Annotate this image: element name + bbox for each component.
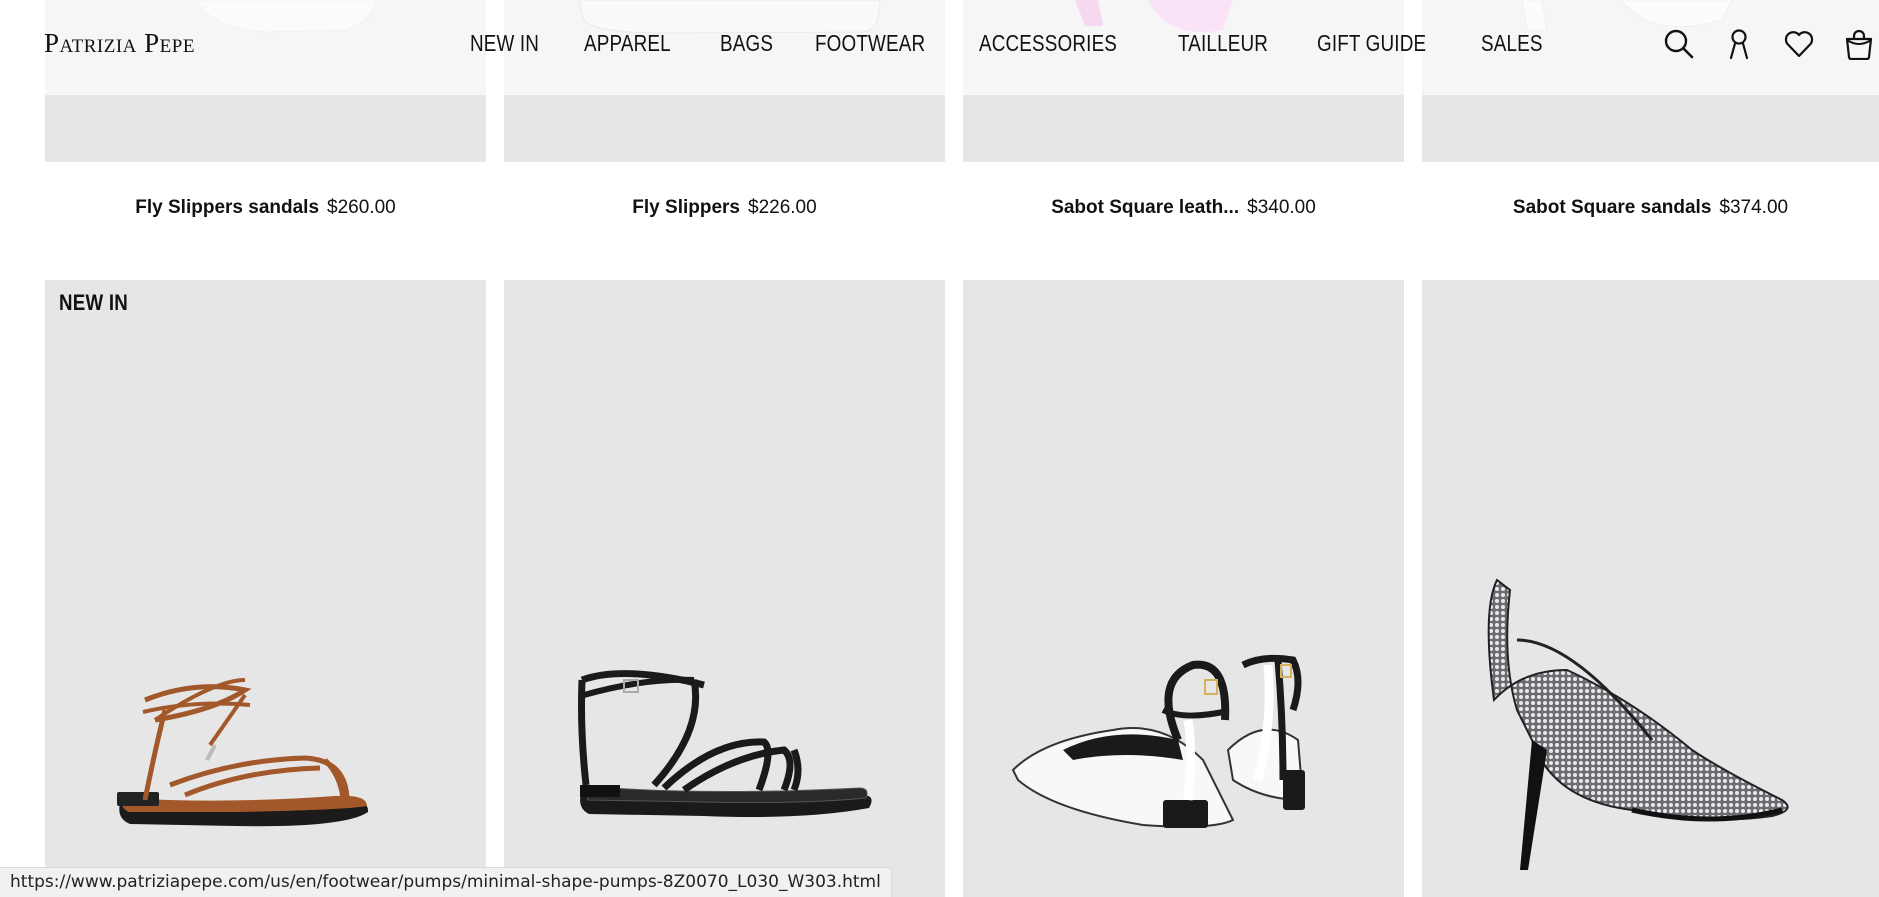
account-icon[interactable] (1719, 24, 1759, 64)
nav-item-footwear[interactable]: FOOTWEAR (815, 30, 925, 57)
product-price: $226.00 (748, 197, 817, 218)
product-name: Sabot Square sandals (1512, 197, 1712, 218)
brand-logo[interactable]: Patrizia Pepe (44, 28, 195, 59)
product-price: $260.00 (327, 197, 396, 218)
wishlist-heart-icon[interactable] (1779, 24, 1819, 64)
product-name: Fly Slippers sandals (135, 197, 320, 218)
product-price: $374.00 (1719, 197, 1789, 218)
nav-item-new-in[interactable]: NEW IN (470, 30, 539, 57)
product-tile[interactable] (1422, 280, 1879, 897)
nav-item-gift-guide[interactable]: GIFT GUIDE (1317, 30, 1426, 57)
nav-item-accessories[interactable]: ACCESSORIES (979, 30, 1117, 57)
product-name: Fly Slippers (632, 197, 740, 218)
main-navigation: NEW IN APPAREL BAGS FOOTWEAR ACCESSORIES… (470, 30, 1586, 57)
nav-item-bags[interactable]: BAGS (720, 30, 773, 57)
product-image-top-2[interactable] (504, 0, 945, 162)
search-icon[interactable] (1659, 24, 1699, 64)
product-tile[interactable] (963, 280, 1404, 897)
product-image-top-3[interactable] (963, 0, 1404, 162)
crystal-embellished-pump-image (1487, 578, 1789, 870)
product-caption[interactable]: Sabot Square leath... $340.00 (963, 196, 1404, 220)
nav-item-apparel[interactable]: APPAREL (584, 30, 671, 57)
product-tile[interactable]: NEW IN (45, 280, 486, 897)
product-price: $340.00 (1247, 197, 1316, 218)
nav-item-sales[interactable]: SALES (1481, 30, 1543, 57)
product-image-top-1[interactable] (45, 0, 486, 162)
product-name: Sabot Square leath... (1051, 197, 1240, 218)
shopping-bag-icon[interactable] (1839, 24, 1879, 64)
product-tile[interactable] (504, 280, 945, 897)
black-strappy-sandal-image (578, 670, 872, 817)
header-actions (1639, 24, 1879, 64)
status-bar-url: https://www.patriziapepe.com/us/en/footw… (0, 867, 892, 897)
product-caption[interactable]: Sabot Square sandals $374.00 (1422, 196, 1879, 220)
product-caption[interactable]: Fly Slippers $226.00 (504, 196, 945, 220)
black-white-slingback-flats-image (1011, 654, 1305, 828)
nav-item-tailleur[interactable]: TAILLEUR (1178, 30, 1268, 57)
brown-lace-up-sandal-image (117, 678, 369, 827)
product-caption[interactable]: Fly Slippers sandals $260.00 (45, 196, 486, 220)
